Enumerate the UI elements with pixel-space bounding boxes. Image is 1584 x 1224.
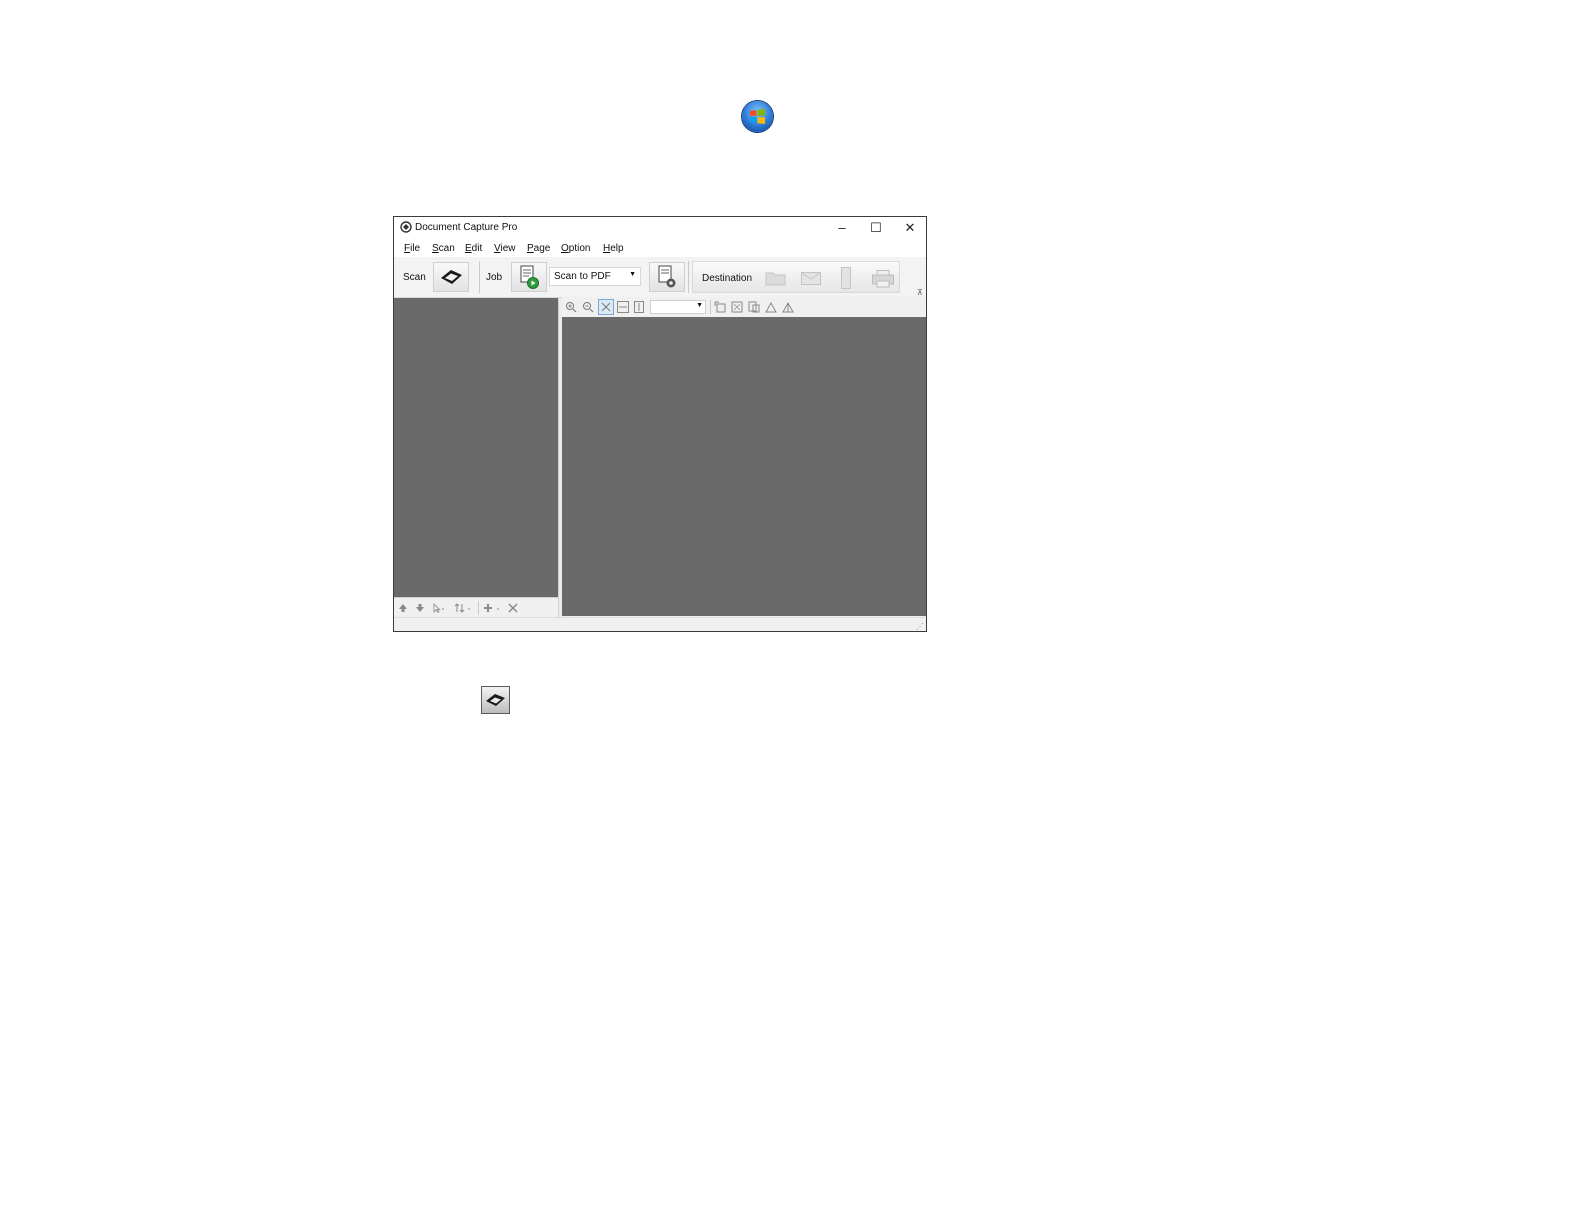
close-button[interactable]: ✕ <box>895 219 925 237</box>
pin-icon[interactable]: ⊼ <box>917 288 923 297</box>
zoom-in-icon[interactable] <box>565 301 577 313</box>
menu-file[interactable]: File <box>404 243 420 254</box>
status-bar: ⋰ <box>394 617 926 631</box>
scanner-icon <box>486 694 505 706</box>
app-icon <box>400 221 412 233</box>
resize-grip-icon[interactable]: ⋰ <box>916 622 924 631</box>
job-run-icon <box>520 265 539 289</box>
fit-height-icon[interactable] <box>633 301 645 313</box>
menu-option[interactable]: Option <box>561 243 590 254</box>
job-select[interactable]: Scan to PDF ▼ <box>549 267 641 286</box>
flip-vertical-icon[interactable] <box>765 301 777 313</box>
folder-icon[interactable] <box>765 269 787 287</box>
chevron-down-icon: ▼ <box>696 302 703 309</box>
job-settings-icon <box>658 265 676 288</box>
job-settings-button[interactable] <box>649 262 685 292</box>
scan-button-icon <box>481 686 510 714</box>
scanner-icon <box>441 270 462 284</box>
add-page-icon[interactable] <box>483 603 501 613</box>
destination-label: Destination <box>702 273 753 284</box>
scan-button[interactable] <box>433 262 469 292</box>
chevron-down-icon: ▼ <box>629 271 636 278</box>
window-title: Document Capture Pro <box>415 222 518 233</box>
menu-edit[interactable]: Edit <box>465 243 482 254</box>
fit-width-icon[interactable] <box>617 301 629 313</box>
flip-horizontal-icon[interactable] <box>782 301 794 313</box>
job-label: Job <box>486 272 503 283</box>
move-down-icon[interactable] <box>415 603 425 613</box>
menu-view[interactable]: View <box>494 243 516 254</box>
fit-page-icon[interactable] <box>598 299 614 315</box>
minimize-button[interactable]: – <box>827 219 857 237</box>
destination-group: Destination <box>692 261 900 293</box>
menu-page[interactable]: Page <box>527 243 550 254</box>
thumbnail-toolbar <box>394 597 558 618</box>
menu-scan[interactable]: Scan <box>432 243 455 254</box>
scan-label: Scan <box>403 272 426 283</box>
zoom-select[interactable]: ▼ <box>650 300 706 314</box>
view-toolbar: ▼ <box>562 297 926 317</box>
menu-help[interactable]: Help <box>603 243 624 254</box>
main-toolbar: Scan Job Scan to PDF ▼ Destination ⊼ <box>394 257 926 298</box>
move-up-icon[interactable] <box>398 603 408 613</box>
email-icon[interactable] <box>800 269 822 287</box>
rotate-left-icon[interactable] <box>714 301 726 313</box>
thumbnail-pane[interactable] <box>394 298 558 597</box>
app-window: Document Capture Pro – ☐ ✕ File Scan Edi… <box>393 216 927 632</box>
printer-icon[interactable] <box>871 269 895 289</box>
job-run-button[interactable] <box>511 262 547 292</box>
sort-icon[interactable] <box>454 603 472 613</box>
zoom-out-icon[interactable] <box>582 301 594 313</box>
device-icon[interactable] <box>839 266 853 290</box>
rotate-right-icon[interactable] <box>731 301 743 313</box>
preview-pane[interactable] <box>562 317 926 616</box>
title-bar: Document Capture Pro – ☐ ✕ <box>394 217 926 239</box>
menu-bar: File Scan Edit View Page Option Help <box>394 239 926 257</box>
delete-icon[interactable] <box>508 603 518 613</box>
windows-start-icon <box>742 101 773 132</box>
rotate-page-icon[interactable] <box>748 301 760 313</box>
select-icon[interactable] <box>432 603 446 613</box>
maximize-button[interactable]: ☐ <box>861 219 891 237</box>
job-select-value: Scan to PDF <box>554 271 611 282</box>
